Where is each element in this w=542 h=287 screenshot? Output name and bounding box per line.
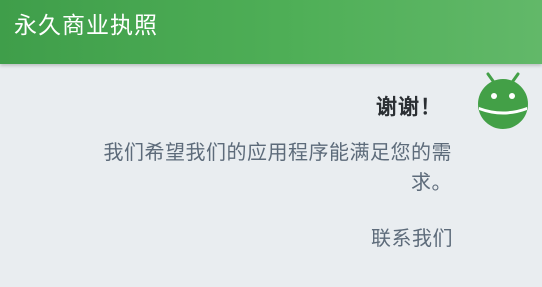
android-avatar-graphic <box>478 72 528 129</box>
thanks-heading: 谢谢！ <box>376 95 442 119</box>
contact-us-link[interactable]: 联系我们 <box>371 222 453 251</box>
thank-you-panel: 谢谢！ 我们希望我们的应用程序能满足您的需求。 联系我们 <box>0 64 542 287</box>
app-title: 永久商业执照 <box>14 13 158 39</box>
android-robot-icon <box>474 72 532 130</box>
thanks-message: 我们希望我们的应用程序能满足您的需求。 <box>103 140 452 194</box>
app-header: 永久商业执照 <box>0 0 542 64</box>
